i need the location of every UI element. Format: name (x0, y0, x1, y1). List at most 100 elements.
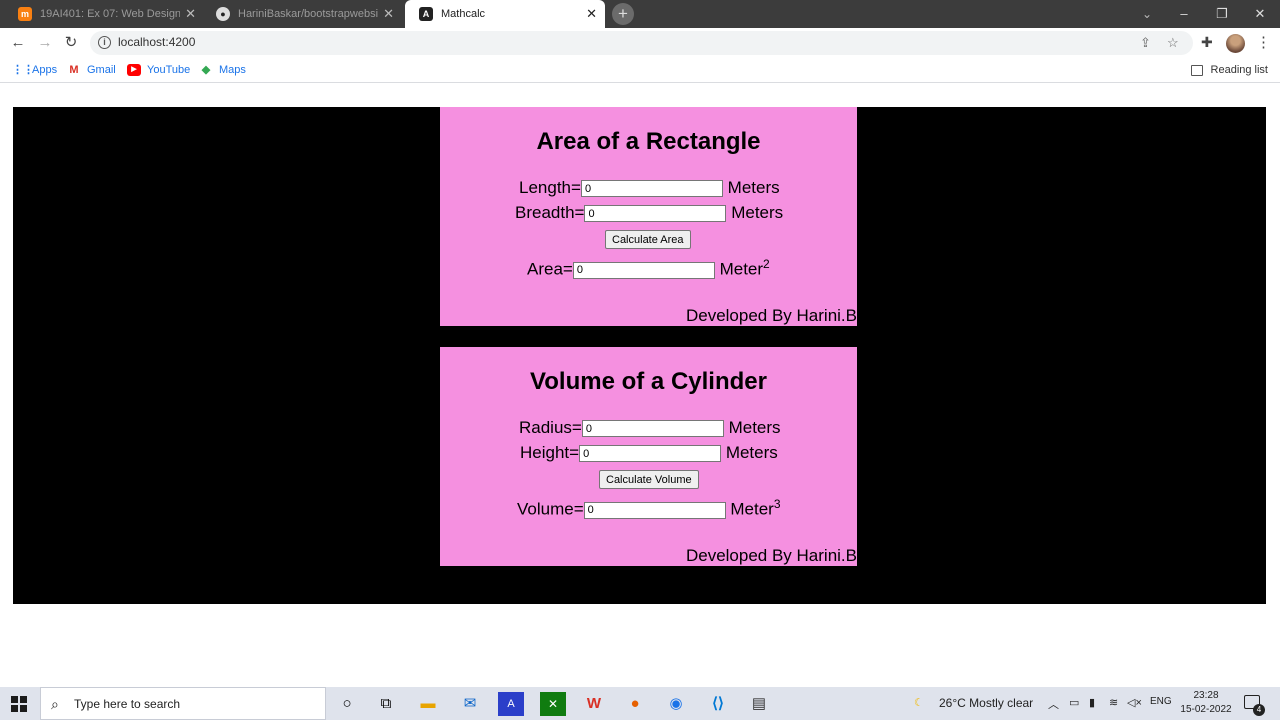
rectangle-title: Area of a Rectangle (536, 128, 761, 155)
radius-label: Radius= (519, 418, 582, 437)
site-info-icon[interactable]: i (98, 36, 111, 49)
xbox-icon[interactable]: ✕ (540, 692, 566, 716)
close-icon[interactable]: ✕ (185, 6, 196, 22)
avatar[interactable] (1226, 34, 1245, 53)
terminal-icon[interactable]: ▤ (746, 692, 772, 716)
search-placeholder: Type here to search (74, 697, 181, 711)
bookmark-label: Apps (32, 64, 58, 76)
extensions-icon[interactable]: ✚ (1201, 34, 1213, 51)
moodle-icon: m (18, 7, 32, 21)
breadth-row: Breadth= Meters (515, 203, 783, 223)
restore-icon[interactable]: ❐ (1203, 0, 1241, 28)
cortana-icon[interactable]: ○ (334, 692, 360, 716)
forward-icon[interactable]: → (34, 32, 56, 54)
windows-taskbar: ⌕ Type here to search ○ ⧉ ▬ ✉ A ✕ W ● ◉ … (0, 687, 1280, 720)
bookmark-label: Maps (219, 64, 246, 76)
height-label: Height= (520, 443, 580, 462)
reading-list-button[interactable]: Reading list (1190, 64, 1268, 76)
tab-moodle[interactable]: m 19AI401: Ex 07: Web Design usin ✕ (4, 0, 204, 28)
firefox-icon[interactable]: ● (622, 692, 648, 716)
bookmark-label: Gmail (87, 64, 116, 76)
height-input[interactable] (579, 445, 722, 463)
rectangle-card: Area of a Rectangle Length= Meters Bread… (440, 107, 857, 326)
vscode-icon[interactable]: ⟨⟩ (705, 692, 731, 716)
reading-list-label: Reading list (1210, 64, 1268, 76)
file-explorer-icon[interactable]: ▬ (415, 692, 441, 716)
tab-github[interactable]: ● HariniBaskar/bootstrapwebsite ✕ (202, 0, 402, 28)
calculate-volume-button[interactable]: Calculate Volume (599, 470, 699, 489)
window-close-icon[interactable]: ✕ (1241, 0, 1279, 28)
volume-icon[interactable]: ◁× (1127, 696, 1142, 709)
address-bar[interactable]: i localhost:4200 ⇪ ☆ (90, 31, 1193, 55)
tab-mathcalc[interactable]: A Mathcalc ✕ (405, 0, 605, 28)
taskbar-search[interactable]: ⌕ Type here to search (40, 687, 326, 720)
height-row: Height= Meters (520, 443, 778, 463)
length-row: Length= Meters (519, 178, 780, 198)
app-icon[interactable]: A (498, 692, 524, 716)
clock-time: 23:28 (1193, 690, 1219, 701)
tab-label: 19AI401: Ex 07: Web Design usin (40, 8, 180, 20)
cylinder-title: Volume of a Cylinder (530, 368, 767, 395)
chevron-up-icon[interactable]: ︿ (1048, 696, 1059, 712)
length-unit: Meters (727, 178, 780, 197)
tab-label: Mathcalc (441, 8, 486, 20)
volume-output[interactable] (583, 501, 726, 519)
area-output[interactable] (572, 261, 715, 279)
bookmark-gmail[interactable]: M Gmail (67, 64, 116, 76)
chrome-icon[interactable]: ◉ (663, 692, 689, 716)
developer-credit: Developed By Harini.B (685, 306, 857, 325)
area-exponent: 2 (763, 257, 770, 271)
network-icon[interactable]: ▭ (1069, 696, 1079, 709)
browser-tab-strip: m 19AI401: Ex 07: Web Design usin ✕ ● Ha… (0, 0, 1280, 28)
wifi-icon[interactable]: ≋ (1109, 696, 1118, 709)
close-icon[interactable]: ✕ (383, 6, 394, 22)
search-icon: ⌕ (51, 696, 59, 712)
volume-row: Volume= Meter3 (517, 497, 781, 520)
bookmark-label: YouTube (147, 64, 191, 76)
breadth-label: Breadth= (515, 203, 585, 222)
angular-icon: A (419, 7, 433, 21)
bookmark-star-icon[interactable]: ☆ (1167, 35, 1179, 51)
wps-office-icon[interactable]: W (581, 692, 607, 716)
reload-icon[interactable]: ↻ (60, 32, 82, 54)
url-text[interactable]: localhost:4200 (118, 35, 195, 49)
reading-list-icon (1190, 64, 1203, 76)
length-label: Length= (519, 178, 581, 197)
volume-label: Volume= (517, 499, 584, 519)
notification-count: 4 (1253, 704, 1265, 716)
browser-toolbar: ← → ↻ i localhost:4200 ⇪ ☆ ✚ ⋮ (0, 28, 1280, 59)
gmail-icon: M (69, 64, 79, 76)
weather-text[interactable]: 26°C Mostly clear (939, 696, 1033, 710)
breadth-input[interactable] (584, 205, 727, 223)
radius-input[interactable] (581, 420, 724, 438)
bookmark-maps[interactable]: ◆ Maps (199, 64, 246, 76)
calculate-area-button[interactable]: Calculate Area (605, 230, 691, 249)
tab-search-icon[interactable]: ⌄ (1130, 0, 1164, 28)
language-indicator[interactable]: ENG (1150, 696, 1172, 707)
close-icon[interactable]: ✕ (586, 6, 597, 22)
battery-icon[interactable]: ▮ (1089, 696, 1095, 709)
radius-row: Radius= Meters (519, 418, 781, 438)
share-icon[interactable]: ⇪ (1140, 35, 1151, 51)
height-unit: Meters (725, 443, 778, 462)
volume-exponent: 3 (773, 497, 781, 511)
area-row: Area= Meter2 (527, 257, 770, 280)
github-icon: ● (216, 7, 230, 21)
weather-icon: ☾ (914, 697, 924, 709)
new-tab-button[interactable]: + (612, 3, 634, 25)
area-unit: Meter (719, 259, 764, 279)
maps-icon: ◆ (201, 64, 211, 76)
windows-start-icon[interactable] (11, 696, 27, 712)
menu-icon[interactable]: ⋮ (1256, 33, 1271, 51)
back-icon[interactable]: ← (7, 32, 29, 54)
clock-date: 15-02-2022 (1180, 704, 1232, 715)
clock[interactable]: 23:28 15-02-2022 (1180, 689, 1232, 717)
area-label: Area= (527, 259, 573, 279)
mail-icon[interactable]: ✉ (457, 692, 483, 716)
bookmark-apps[interactable]: ⋮⋮ Apps (12, 64, 57, 76)
task-view-icon[interactable]: ⧉ (373, 692, 399, 716)
length-input[interactable] (580, 180, 723, 198)
volume-unit: Meter (730, 499, 774, 519)
bookmark-youtube[interactable]: ▶ YouTube (127, 64, 190, 76)
minimize-icon[interactable]: – (1165, 0, 1203, 28)
